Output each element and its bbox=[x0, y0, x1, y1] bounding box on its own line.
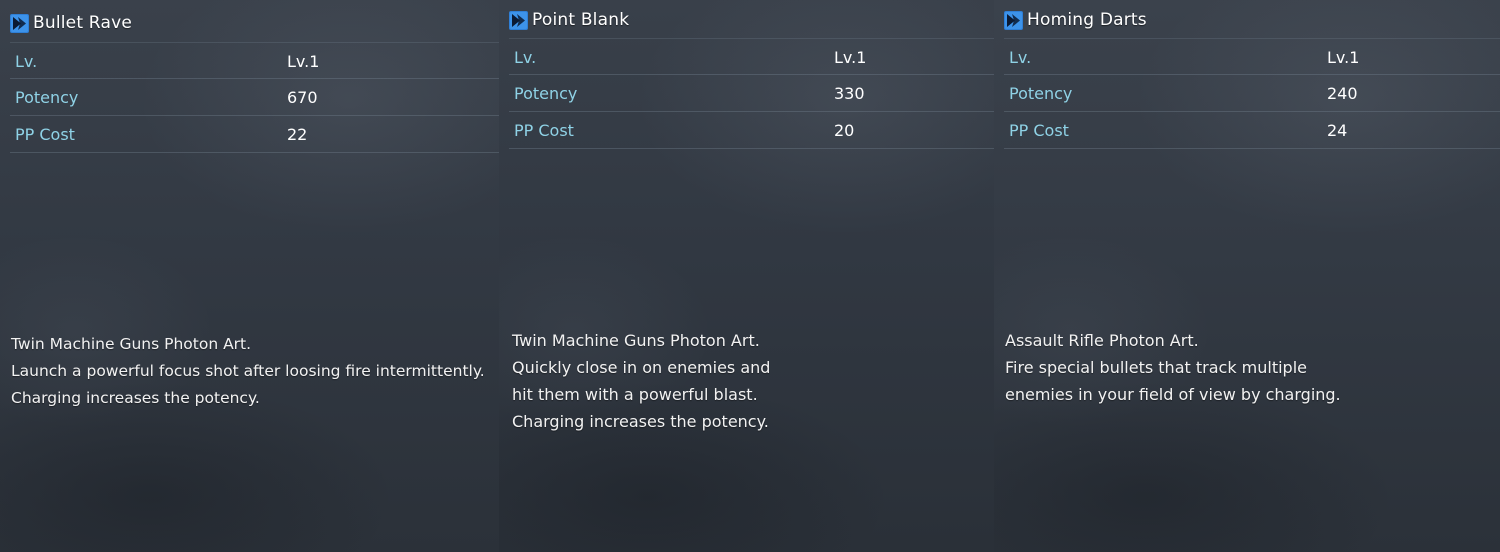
description-line: Assault Rifle Photon Art. bbox=[1005, 331, 1199, 350]
stat-row-level: Lv. Lv.1 bbox=[1004, 38, 1500, 75]
stats-table: Lv. Lv.1 Potency 240 PP Cost 24 bbox=[1004, 38, 1500, 149]
description-line: Launch a powerful focus shot after loosi… bbox=[11, 362, 485, 380]
stat-row-level: Lv. Lv.1 bbox=[10, 42, 499, 79]
stat-row-pp-cost: PP Cost 22 bbox=[10, 116, 499, 153]
description-line: Quickly close in on enemies and bbox=[512, 358, 771, 377]
art-panel-homing-darts: Homing Darts Lv. Lv.1 Potency 240 PP Cos… bbox=[994, 0, 1500, 552]
art-title: Point Blank bbox=[532, 10, 630, 30]
stat-value: Lv.1 bbox=[287, 52, 320, 71]
art-description: Assault Rifle Photon Art. Fire special b… bbox=[1005, 327, 1341, 408]
description-line: Charging increases the potency. bbox=[11, 389, 260, 407]
stat-row-potency: Potency 240 bbox=[1004, 75, 1500, 112]
stats-table: Lv. Lv.1 Potency 330 PP Cost 20 bbox=[509, 38, 994, 149]
art-title: Homing Darts bbox=[1027, 10, 1147, 30]
art-panel-point-blank: Point Blank Lv. Lv.1 Potency 330 PP Cost… bbox=[499, 0, 994, 552]
photon-art-icon bbox=[10, 13, 29, 33]
description-line: hit them with a powerful blast. bbox=[512, 385, 758, 404]
stat-label: PP Cost bbox=[15, 125, 75, 144]
stat-row-potency: Potency 670 bbox=[10, 79, 499, 116]
art-description: Twin Machine Guns Photon Art. Quickly cl… bbox=[512, 327, 770, 435]
art-title-row: Homing Darts bbox=[1004, 8, 1147, 32]
stat-label: PP Cost bbox=[1009, 121, 1069, 140]
description-line: Twin Machine Guns Photon Art. bbox=[11, 335, 252, 353]
stat-value: 20 bbox=[834, 121, 855, 140]
stat-row-pp-cost: PP Cost 24 bbox=[1004, 112, 1500, 149]
photon-art-icon bbox=[1004, 10, 1023, 30]
photon-art-icon bbox=[509, 10, 528, 30]
stat-row-potency: Potency 330 bbox=[509, 75, 994, 112]
stat-value: 24 bbox=[1327, 121, 1348, 140]
stats-table: Lv. Lv.1 Potency 670 PP Cost 22 bbox=[10, 42, 499, 153]
stat-value: 240 bbox=[1327, 84, 1358, 103]
art-title-row: Bullet Rave bbox=[10, 11, 132, 35]
description-line: Fire special bullets that track multiple bbox=[1005, 358, 1307, 377]
art-panel-bullet-rave: Bullet Rave Lv. Lv.1 Potency 670 PP Cost… bbox=[0, 0, 499, 552]
photon-art-comparison: Bullet Rave Lv. Lv.1 Potency 670 PP Cost… bbox=[0, 0, 1500, 552]
stat-label: Lv. bbox=[514, 48, 537, 67]
stat-row-level: Lv. Lv.1 bbox=[509, 38, 994, 75]
stat-label: Lv. bbox=[15, 52, 38, 71]
description-line: Twin Machine Guns Photon Art. bbox=[512, 331, 760, 350]
stat-label: PP Cost bbox=[514, 121, 574, 140]
stat-value: 330 bbox=[834, 84, 865, 103]
stat-label: Potency bbox=[514, 84, 578, 103]
stat-value: 22 bbox=[287, 125, 308, 144]
stat-value: Lv.1 bbox=[834, 48, 867, 67]
description-line: enemies in your field of view by chargin… bbox=[1005, 385, 1341, 404]
art-title: Bullet Rave bbox=[33, 13, 132, 33]
art-title-row: Point Blank bbox=[509, 8, 629, 32]
stat-label: Potency bbox=[1009, 84, 1073, 103]
stat-value: Lv.1 bbox=[1327, 48, 1360, 67]
art-description: Twin Machine Guns Photon Art. Launch a p… bbox=[11, 331, 485, 412]
description-line: Charging increases the potency. bbox=[512, 412, 769, 431]
stat-row-pp-cost: PP Cost 20 bbox=[509, 112, 994, 149]
stat-label: Potency bbox=[15, 88, 79, 107]
stat-label: Lv. bbox=[1009, 48, 1032, 67]
stat-value: 670 bbox=[287, 88, 318, 107]
